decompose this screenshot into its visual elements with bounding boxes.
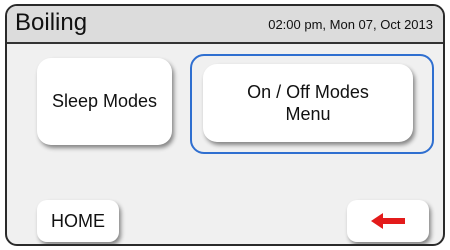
- page-title: Boiling: [15, 9, 88, 36]
- sleep-modes-label: Sleep Modes: [51, 91, 158, 111]
- back-arrow-icon: [371, 213, 405, 229]
- datetime-label: 02:00 pm, Mon 07, Oct 2013: [268, 17, 433, 32]
- home-label: HOME: [51, 210, 105, 231]
- header-bar: Boiling 02:00 pm, Mon 07, Oct 2013: [7, 6, 443, 44]
- sleep-modes-button[interactable]: Sleep Modes: [37, 58, 172, 145]
- back-button[interactable]: [347, 200, 429, 242]
- home-button[interactable]: HOME: [37, 200, 119, 242]
- screen: Boiling 02:00 pm, Mon 07, Oct 2013 Sleep…: [5, 4, 445, 246]
- onoff-modes-label: On / Off Modes Menu: [247, 82, 369, 124]
- onoff-modes-menu-button[interactable]: On / Off Modes Menu: [203, 64, 413, 142]
